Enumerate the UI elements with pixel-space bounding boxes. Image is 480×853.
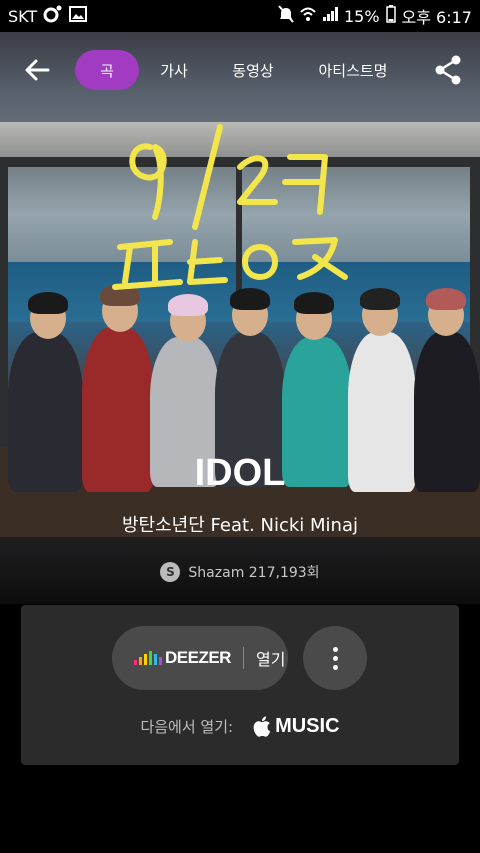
more-dot-icon	[332, 664, 338, 670]
more-dot-icon	[332, 655, 338, 661]
apple-logo-icon	[253, 716, 271, 737]
back-button[interactable]	[22, 55, 52, 85]
deezer-open-button[interactable]: DEEZER 열기	[112, 626, 288, 690]
tab-artist[interactable]: 아티스트명	[310, 50, 396, 90]
tab-song[interactable]: 곡	[75, 50, 139, 90]
deezer-logo-icon	[134, 651, 162, 665]
tab-song-label: 곡	[100, 61, 114, 80]
button-divider	[242, 647, 244, 669]
shazam-count-label: Shazam 217,193회	[188, 565, 320, 581]
battery-percent: 15%	[343, 6, 380, 26]
open-in-label: 다음에서 열기:	[140, 718, 234, 736]
signal-icon	[322, 6, 338, 26]
apple-music-link[interactable]: MUSIC	[253, 715, 340, 738]
song-artist[interactable]: 방탄소년단 Feat. Nicki Minaj	[0, 511, 480, 537]
share-button[interactable]	[432, 54, 464, 86]
deezer-brand-label: DEEZER	[165, 648, 231, 667]
open-label: 열기	[255, 650, 286, 669]
notification-ring-icon	[43, 5, 63, 27]
share-icon	[435, 55, 461, 85]
wifi-icon	[300, 6, 316, 26]
shazam-logo-icon: S	[160, 562, 181, 582]
tab-artist-label: 아티스트명	[318, 61, 388, 80]
open-in-row: 다음에서 열기: MUSIC	[21, 715, 459, 738]
handwritten-scribble	[112, 124, 348, 290]
tab-video-label: 동영상	[232, 61, 274, 80]
more-dot-icon	[332, 646, 338, 652]
more-options-button[interactable]	[303, 626, 367, 690]
open-in-card: DEEZER 열기 다음에서 열기: MUSIC	[21, 605, 459, 765]
top-nav: 곡 가사 동영상 아티스트명	[0, 44, 480, 96]
gallery-icon	[69, 6, 88, 26]
tab-lyrics[interactable]: 가사	[150, 50, 198, 90]
status-bar: SKT 15% 오후 6:17	[0, 0, 480, 32]
back-arrow-icon	[25, 59, 50, 81]
status-right: 15% 오후 6:17	[278, 4, 472, 28]
clock: 오후 6:17	[401, 8, 472, 27]
status-left: SKT	[8, 5, 88, 27]
carrier-label: SKT	[8, 6, 38, 26]
song-title: IDOL	[194, 452, 286, 494]
tab-video[interactable]: 동영상	[222, 50, 284, 90]
shazam-count: S Shazam 217,193회	[0, 562, 480, 582]
tab-lyrics-label: 가사	[160, 61, 188, 80]
mute-icon	[278, 5, 294, 27]
apple-music-label: MUSIC	[275, 715, 340, 737]
battery-icon	[385, 5, 396, 27]
